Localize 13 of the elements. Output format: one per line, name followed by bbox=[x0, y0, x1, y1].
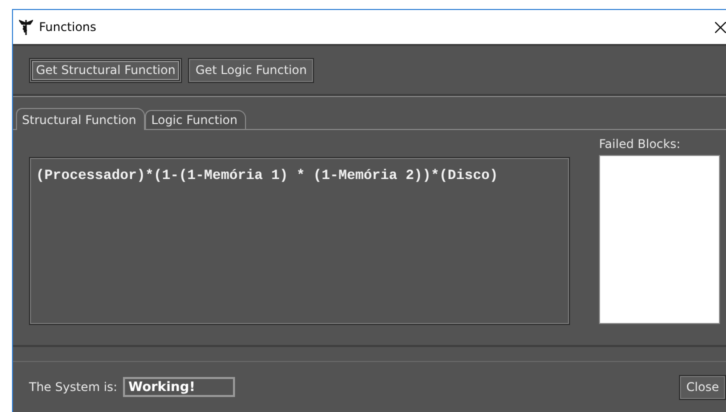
failed-blocks-list[interactable] bbox=[599, 155, 720, 324]
close-icon[interactable] bbox=[715, 22, 726, 32]
failed-blocks-label: Failed Blocks: bbox=[599, 137, 682, 151]
close-button[interactable]: Close bbox=[679, 374, 726, 400]
toolbar-button[interactable]: Get Structural Function bbox=[29, 58, 182, 82]
caduceus-icon bbox=[19, 19, 33, 35]
tab[interactable]: Structural Function bbox=[16, 108, 146, 130]
toolbar-button[interactable]: Get Logic Function bbox=[188, 58, 314, 82]
function-text-area[interactable]: (Processador)*(1-(1-Memória 1) * (1-Memória 2))*(Disco) bbox=[29, 157, 570, 325]
window-title: Functions bbox=[39, 20, 98, 34]
status-field: Working! bbox=[123, 377, 236, 397]
status-label: The System is: bbox=[29, 380, 118, 394]
tab[interactable]: Logic Function bbox=[145, 110, 246, 129]
